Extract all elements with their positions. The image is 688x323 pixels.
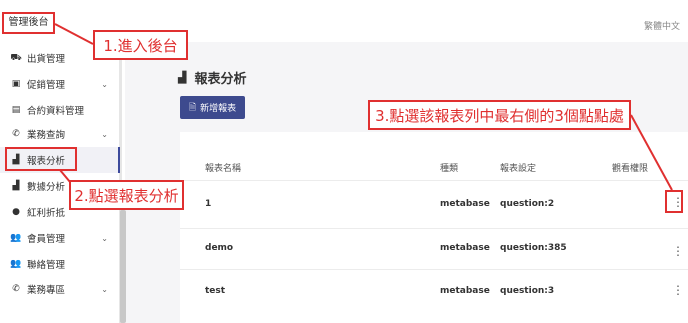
sidebar-item-label: 出貨管理 — [27, 54, 66, 65]
column-header-permission: 觀看權限 — [612, 164, 649, 174]
sidebar-item-business-query[interactable]: ✆ 業務查詢 ⌄ — [0, 121, 120, 147]
more-options-icon[interactable]: ⋮ — [672, 284, 684, 296]
sidebar-item-contacts[interactable]: 👥 聯絡管理 — [0, 251, 120, 277]
row-divider — [180, 269, 688, 270]
cell-name: demo — [205, 243, 234, 253]
callout-step3: 3.點選該報表列中最右側的3個點點處 — [368, 100, 631, 130]
sidebar-item-label: 促銷管理 — [27, 80, 66, 91]
page-title-text: 報表分析 — [194, 72, 247, 87]
sidebar-item-label: 會員管理 — [27, 234, 66, 245]
language-switch[interactable]: 繁體中文 — [644, 19, 680, 32]
users-icon: 👥 — [10, 259, 22, 269]
sidebar-item-label: 合約資料管理 — [27, 106, 85, 117]
sidebar-item-label: 數據分析 — [27, 182, 66, 193]
users-icon: 👥 — [10, 233, 22, 243]
promo-icon: ▣ — [11, 79, 21, 89]
row-divider — [180, 180, 688, 181]
highlight-more-options — [665, 190, 683, 213]
column-header-setting: 報表設定 — [500, 164, 537, 174]
sidebar-item-business-zone[interactable]: ✆ 業務專區 ⌄ — [0, 276, 120, 302]
admin-tab[interactable]: 管理後台 — [2, 12, 55, 34]
cell-name: test — [205, 286, 226, 296]
cell-setting: question:2 — [500, 199, 555, 209]
cell-name: 1 — [205, 199, 212, 209]
more-options-icon[interactable]: ⋮ — [672, 245, 684, 257]
row-divider — [180, 228, 688, 229]
column-header-name: 報表名稱 — [205, 164, 242, 174]
chevron-down-icon: ⌄ — [101, 79, 108, 89]
active-indicator — [118, 147, 120, 173]
new-report-button[interactable]: 🗎 新增報表 — [180, 96, 245, 119]
document-add-icon: 🗎 — [188, 102, 197, 113]
sidebar-item-members[interactable]: 👥 會員管理 ⌄ — [0, 225, 120, 251]
cell-type: metabase — [440, 286, 490, 296]
chevron-down-icon: ⌄ — [101, 284, 108, 294]
chart-icon: ▟ — [178, 71, 187, 84]
chart-icon: ▟ — [12, 181, 20, 191]
document-icon: ▤ — [11, 105, 21, 115]
sidebar-item-contract[interactable]: ▤ 合約資料管理 — [0, 97, 120, 123]
chevron-down-icon: ⌄ — [101, 129, 108, 139]
column-header-type: 種類 — [440, 164, 459, 174]
cell-setting: question:3 — [500, 286, 555, 296]
sidebar-item-label: 聯絡管理 — [27, 260, 66, 271]
highlight-report-analysis — [5, 147, 77, 171]
cell-type: metabase — [440, 243, 490, 253]
sidebar-item-promotion[interactable]: ▣ 促銷管理 ⌄ — [0, 71, 120, 97]
callout-step1: 1.進入後台 — [93, 30, 188, 60]
new-report-label: 新增報表 — [200, 104, 237, 114]
sidebar-scroll-thumb[interactable] — [120, 210, 126, 323]
chevron-down-icon: ⌄ — [101, 233, 108, 243]
phone-icon: ✆ — [12, 129, 20, 139]
phone-icon: ✆ — [12, 284, 20, 294]
sidebar-item-label: 紅利折抵 — [27, 208, 66, 219]
coin-icon: ● — [12, 207, 20, 217]
page-title: ▟ 報表分析 — [178, 68, 246, 87]
sidebar-item-label: 業務專區 — [27, 285, 66, 296]
truck-icon: ⛟ — [10, 52, 22, 63]
sidebar-item-label: 業務查詢 — [27, 130, 66, 141]
callout-step2: 2.點選報表分析 — [69, 180, 184, 210]
cell-setting: question:385 — [500, 243, 567, 253]
cell-type: metabase — [440, 199, 490, 209]
